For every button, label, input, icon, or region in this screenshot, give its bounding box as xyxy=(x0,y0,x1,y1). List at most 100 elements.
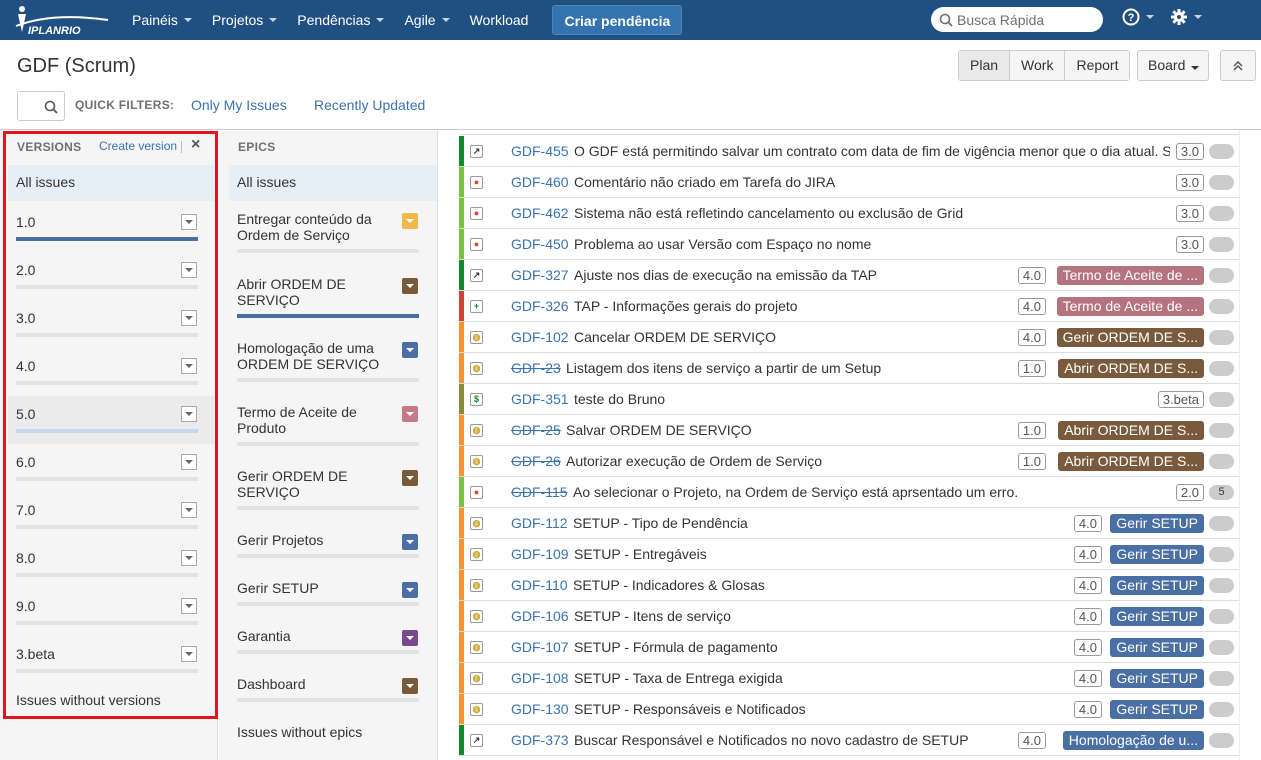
mode-plan-button[interactable]: Plan xyxy=(959,51,1011,80)
version-item[interactable]: 4.0 xyxy=(8,348,214,396)
epic-item[interactable]: Homologação de uma ORDEM DE SERVIÇO xyxy=(237,340,419,382)
issue-row[interactable]: ● GDF-462 3.0 Sistema não está refletindo c… xyxy=(459,198,1239,229)
epic-menu-button[interactable] xyxy=(402,213,418,229)
epic-menu-button[interactable] xyxy=(402,678,418,694)
version-item[interactable]: 2.0 xyxy=(8,252,214,300)
close-icon[interactable]: × xyxy=(191,136,200,154)
issue-key-link[interactable]: GDF-455 xyxy=(511,143,569,159)
issue-key-link[interactable]: GDF-106 xyxy=(511,608,569,624)
version-item[interactable]: 3.0 xyxy=(8,300,214,348)
filter-search-input[interactable] xyxy=(17,91,65,121)
nav-item-2[interactable]: Pendências xyxy=(287,0,394,40)
version-menu-button[interactable] xyxy=(181,358,197,374)
help-menu[interactable]: ? xyxy=(1122,8,1154,26)
issue-row[interactable]: ● GDF-450 3.0 Problema ao usar Versão com E… xyxy=(459,229,1239,260)
issue-row[interactable]: ◍ GDF-26 Abrir ORDEM DE S... 1.0 Autorizar e… xyxy=(459,446,1239,477)
board-menu-button[interactable]: Board xyxy=(1137,50,1209,81)
version-menu-button[interactable] xyxy=(181,262,197,278)
issue-row[interactable]: $ GDF-351 3.beta teste do Bruno xyxy=(459,384,1239,415)
create-issue-button[interactable]: Criar pendência xyxy=(552,5,683,35)
version-item[interactable]: 5.0 xyxy=(8,396,214,444)
issue-key-link[interactable]: GDF-115 xyxy=(511,484,568,500)
epic-menu-button[interactable] xyxy=(402,470,418,486)
version-menu-button[interactable] xyxy=(181,406,197,422)
quick-filter-recently-updated[interactable]: Recently Updated xyxy=(314,97,425,113)
issue-key-link[interactable]: GDF-460 xyxy=(511,174,569,190)
quick-filter-only-my-issues[interactable]: Only My Issues xyxy=(191,97,287,113)
epic-item[interactable]: Gerir Projetos xyxy=(237,532,419,558)
issue-key-link[interactable]: GDF-23 xyxy=(511,360,561,376)
version-item[interactable]: 6.0 xyxy=(8,444,214,492)
epic-item[interactable]: Gerir ORDEM DE SERVIÇO xyxy=(237,468,419,510)
issue-row[interactable]: ● GDF-115 5 2.0 Ao selecionar o Projeto, na … xyxy=(459,477,1239,508)
version-menu-button[interactable] xyxy=(181,598,197,614)
epic-item[interactable]: Garantia xyxy=(237,628,419,654)
issues-without-epics[interactable]: Issues without epics xyxy=(237,724,362,740)
issue-key-link[interactable]: GDF-107 xyxy=(511,639,569,655)
issue-row[interactable]: ◍ GDF-109 Gerir SETUP 4.0 SETUP - Entregávei… xyxy=(459,539,1239,570)
scrollbar[interactable] xyxy=(1239,131,1261,760)
issue-key-link[interactable]: GDF-112 xyxy=(511,515,568,531)
nav-item-1[interactable]: Projetos xyxy=(202,0,287,40)
epic-menu-button[interactable] xyxy=(402,406,418,422)
issue-row[interactable]: ◍ GDF-108 Gerir SETUP 4.0 SETUP - Taxa de En… xyxy=(459,663,1239,694)
version-menu-button[interactable] xyxy=(181,646,197,662)
issue-key-link[interactable]: GDF-130 xyxy=(511,701,569,717)
issue-row[interactable]: ◍ GDF-107 Gerir SETUP 4.0 SETUP - Fórmula de… xyxy=(459,632,1239,663)
issue-key-link[interactable]: GDF-373 xyxy=(511,732,569,748)
issue-row[interactable]: ◍ GDF-25 Abrir ORDEM DE S... 1.0 Salvar ORDE… xyxy=(459,415,1239,446)
issue-key-link[interactable]: GDF-25 xyxy=(511,422,561,438)
issue-key-link[interactable]: GDF-327 xyxy=(511,267,569,283)
nav-item-0[interactable]: Painéis xyxy=(122,0,202,40)
issue-key-link[interactable]: GDF-462 xyxy=(511,205,569,221)
versions-all-issues[interactable]: All issues xyxy=(8,165,214,201)
epic-menu-button[interactable] xyxy=(402,278,418,294)
version-menu-button[interactable] xyxy=(181,214,197,230)
mode-work-button[interactable]: Work xyxy=(1010,51,1066,80)
version-item[interactable]: 7.0 xyxy=(8,492,214,540)
issue-row[interactable]: ↗ GDF-327 Termo de Aceite de ... 4.0 Ajuste … xyxy=(459,260,1239,291)
issue-row[interactable]: + GDF-326 Termo de Aceite de ... 4.0 TAP - I… xyxy=(459,291,1239,322)
issue-row[interactable]: ◍ GDF-23 Abrir ORDEM DE S... 1.0 Listagem do… xyxy=(459,353,1239,384)
mode-report-button[interactable]: Report xyxy=(1065,51,1130,80)
issue-key-link[interactable]: GDF-108 xyxy=(511,670,569,686)
issue-key-link[interactable]: GDF-102 xyxy=(511,329,569,345)
version-item[interactable]: 1.0 xyxy=(8,204,214,252)
issue-row[interactable]: ↗ GDF-455 3.0 O GDF está permitindo salvar … xyxy=(459,136,1239,167)
version-menu-button[interactable] xyxy=(181,310,197,326)
issue-row[interactable]: ↗ GDF-373 Homologação de u... 4.0 Buscar Res… xyxy=(459,725,1239,756)
issue-row[interactable]: ◍ GDF-106 Gerir SETUP 4.0 SETUP - Itens de s… xyxy=(459,601,1239,632)
issue-row[interactable]: ● GDF-460 3.0 Comentário não criado em Tare… xyxy=(459,167,1239,198)
issue-row[interactable]: ◍ GDF-112 Gerir SETUP 4.0 SETUP - Tipo de Pe… xyxy=(459,508,1239,539)
version-menu-button[interactable] xyxy=(181,502,197,518)
version-item[interactable]: 8.0 xyxy=(8,540,214,588)
issue-key-link[interactable]: GDF-109 xyxy=(511,546,569,562)
nav-item-4[interactable]: Workload xyxy=(460,0,539,40)
issue-key-link[interactable]: GDF-351 xyxy=(511,391,569,407)
issue-key-link[interactable]: GDF-26 xyxy=(511,453,561,469)
issue-key-link[interactable]: GDF-110 xyxy=(511,577,568,593)
quick-search-input[interactable]: Busca Rápida xyxy=(931,7,1103,32)
epic-item[interactable]: Gerir SETUP xyxy=(237,580,419,606)
issue-row[interactable]: ◍ GDF-130 Gerir SETUP 4.0 SETUP - Responsáve… xyxy=(459,694,1239,725)
nav-item-3[interactable]: Agile xyxy=(394,0,459,40)
issue-row[interactable]: ◍ GDF-102 Gerir ORDEM DE S... 4.0 Cancelar O… xyxy=(459,322,1239,353)
issue-row[interactable]: ◍ GDF-110 Gerir SETUP 4.0 SETUP - Indicadore… xyxy=(459,570,1239,601)
epic-item[interactable]: Dashboard xyxy=(237,676,419,702)
create-version-link[interactable]: Create version xyxy=(99,139,177,153)
iplanrio-logo[interactable]: IPLANRIO xyxy=(12,0,122,40)
issue-key-link[interactable]: GDF-326 xyxy=(511,298,569,314)
epic-menu-button[interactable] xyxy=(402,630,418,646)
version-menu-button[interactable] xyxy=(181,454,197,470)
epic-menu-button[interactable] xyxy=(402,342,418,358)
epics-all-issues[interactable]: All issues xyxy=(229,165,437,201)
version-menu-button[interactable] xyxy=(181,550,197,566)
collapse-header-button[interactable] xyxy=(1220,50,1256,81)
epic-item[interactable]: Entregar conteúdo da Ordem de Serviço xyxy=(237,211,419,253)
settings-menu[interactable] xyxy=(1170,8,1202,26)
issue-key-link[interactable]: GDF-450 xyxy=(511,236,569,252)
epic-menu-button[interactable] xyxy=(402,582,418,598)
version-item[interactable]: 9.0 xyxy=(8,588,214,636)
epic-item[interactable]: Termo de Aceite de Produto xyxy=(237,404,419,446)
version-item[interactable]: 3.beta xyxy=(8,636,214,684)
